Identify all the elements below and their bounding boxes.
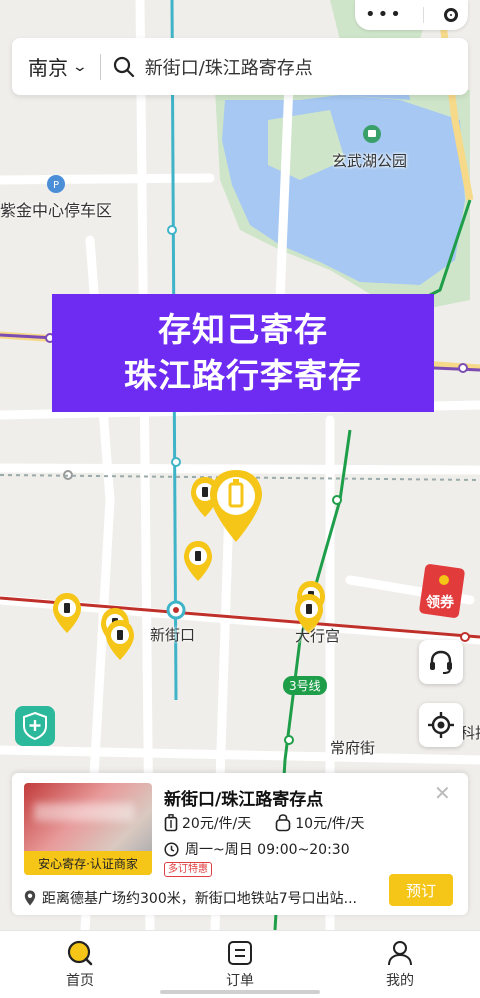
park-icon (363, 125, 381, 143)
search-icon (113, 56, 134, 77)
locate-button[interactable] (419, 703, 463, 747)
city-label: 南京 (28, 56, 68, 80)
map-label-station-xinjiekou: 新街口 (150, 626, 196, 644)
tab-orders[interactable]: 订单 (160, 931, 320, 998)
headset-icon (430, 650, 452, 674)
parking-icon: P (47, 175, 65, 193)
banner-line-1: 存知己寄存 (158, 310, 328, 349)
store-photo[interactable]: 安心寄存·认证商家 (24, 783, 152, 875)
map-label-road: 常府街 (330, 739, 376, 757)
locate-icon (428, 712, 454, 738)
tab-home-label: 首页 (66, 972, 94, 989)
price-row: 20元/件/天 10元/件/天 (164, 813, 389, 833)
tab-profile-label: 我的 (386, 972, 414, 989)
capsule-divider (422, 7, 424, 23)
store-title: 新街口/珠江路寄存点 (164, 790, 324, 810)
mini-program-close-icon[interactable] (443, 8, 458, 22)
profile-icon (388, 940, 412, 965)
tab-profile[interactable]: 我的 (320, 931, 480, 998)
certified-tag: 安心寄存·认证商家 (24, 851, 152, 875)
store-card[interactable]: 安心寄存·认证商家 新街口/珠江路寄存点 ✕ 20元/件/天 10元/件/天 周… (12, 773, 468, 915)
svg-text:P: P (53, 180, 59, 191)
opening-hours: 周一~周日 09:00~20:30 (164, 839, 350, 859)
city-selector[interactable]: 南京 ⌄ (12, 52, 89, 81)
price-large: 20元/件/天 (164, 813, 251, 833)
hours-text: 周一~周日 09:00~20:30 (185, 842, 350, 858)
tab-bar: 首页 订单 我的 (0, 930, 480, 998)
clock-icon (164, 841, 179, 857)
metro-line-badge: 3号线 (283, 676, 327, 695)
discount-badge: 多订特惠 (164, 862, 212, 877)
more-dots-icon[interactable]: ••• (365, 6, 403, 24)
search-divider (99, 53, 101, 80)
address-row: 距离德基广场约300米，新街口地铁站7号口出站... (24, 888, 357, 908)
banner-line-2: 珠江路行李寄存 (124, 356, 362, 395)
map-label-park: 玄武湖公园 (332, 152, 408, 170)
search-input[interactable]: 新街口/珠江路寄存点 (145, 54, 313, 80)
bag-icon (275, 814, 291, 832)
address-text: 距离德基广场约300米，新街口地铁站7号口出站... (42, 891, 357, 907)
price-large-text: 20元/件/天 (182, 816, 252, 832)
store-photo-blur (34, 803, 134, 821)
customer-service-button[interactable] (419, 640, 463, 684)
suitcase-icon (164, 814, 178, 832)
safety-shield-button[interactable] (15, 706, 55, 746)
chevron-down-icon: ⌄ (71, 58, 89, 75)
mini-program-capsule: ••• (355, 0, 468, 30)
search-bar: 南京 ⌄ 新街口/珠江路寄存点 (12, 38, 468, 95)
promo-banner: 存知己寄存 珠江路行李寄存 (52, 294, 434, 412)
coupon-button[interactable]: 领券 (418, 562, 468, 620)
shield-plus-icon (23, 712, 47, 740)
price-small-text: 10元/件/天 (295, 816, 365, 832)
location-pin-icon (24, 890, 36, 906)
search-home-icon (67, 940, 93, 965)
order-icon (228, 940, 252, 965)
close-icon[interactable]: ✕ (434, 781, 451, 805)
tab-home[interactable]: 首页 (0, 931, 160, 998)
coupon-label: 领券 (426, 595, 454, 611)
home-indicator (160, 990, 320, 994)
map-label-station-daxinggong: 大行宫 (295, 627, 341, 645)
map-label-edge: 科技 (460, 724, 480, 742)
tab-orders-label: 订单 (226, 972, 254, 989)
map-label-parking: 紫金中心停车区 (0, 201, 113, 220)
book-button[interactable]: 预订 (389, 874, 453, 906)
price-small: 10元/件/天 (275, 813, 365, 833)
